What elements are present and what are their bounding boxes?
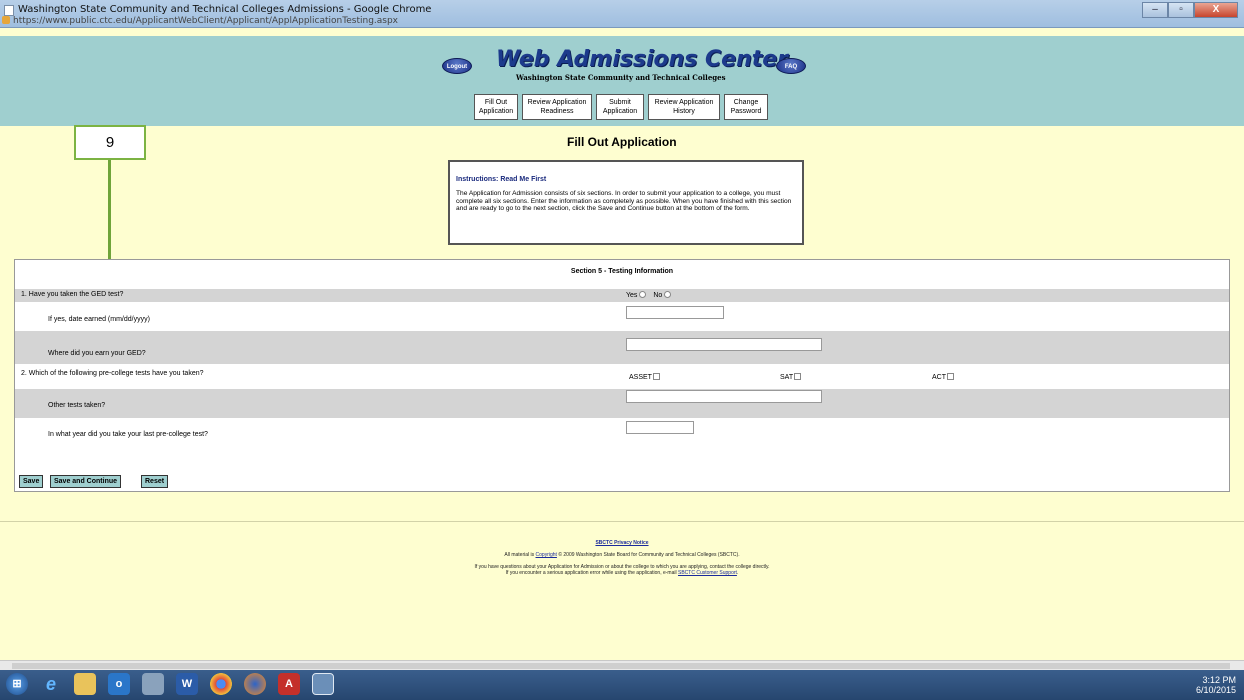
ged-question-label: 1. Have you taken the GED test? xyxy=(21,291,124,298)
asset-option: ASSET xyxy=(629,373,660,381)
act-checkbox[interactable] xyxy=(947,373,954,380)
faq-button[interactable]: FAQ xyxy=(776,58,806,74)
ged-where-input[interactable] xyxy=(626,338,822,351)
asset-label: ASSET xyxy=(629,374,652,381)
page-title: Fill Out Application xyxy=(567,135,677,149)
minimize-button[interactable]: ‒ xyxy=(1142,2,1168,18)
copyright-link[interactable]: Copyright xyxy=(536,552,557,558)
act-label: ACT xyxy=(932,374,946,381)
close-button[interactable]: X xyxy=(1194,2,1238,18)
brand-subtitle: Washington State Community and Technical… xyxy=(516,73,726,82)
ie-icon[interactable]: e xyxy=(40,673,62,695)
other-tests-input[interactable] xyxy=(626,390,822,403)
instructions-body: The Application for Admission consists o… xyxy=(456,190,792,213)
scrollbar-thumb[interactable] xyxy=(12,663,1230,669)
ged-where-row: Where did you earn your GED? xyxy=(15,331,1229,364)
minimize-icon: ‒ xyxy=(1152,4,1158,15)
footer-divider xyxy=(0,521,1244,522)
ged-no-label: No xyxy=(653,292,663,299)
window-icon[interactable] xyxy=(312,673,334,695)
last-test-year-row: In what year did you take your last pre-… xyxy=(15,418,1229,446)
page-icon xyxy=(4,5,14,16)
sat-checkbox[interactable] xyxy=(794,373,802,380)
explorer-icon[interactable] xyxy=(74,673,96,695)
last-test-year-label: In what year did you take your last pre-… xyxy=(48,431,208,438)
customer-support-link[interactable]: SBCTC Customer Support xyxy=(678,570,737,576)
last-test-year-input[interactable] xyxy=(626,421,694,434)
tab-submit-application[interactable]: Submit Application xyxy=(596,94,644,120)
asset-checkbox[interactable] xyxy=(652,373,660,380)
copyright-prefix: All material is xyxy=(504,552,535,558)
maximize-button[interactable]: ▫ xyxy=(1168,2,1194,18)
nav-tabs: Fill Out Application Review Application … xyxy=(474,94,768,120)
step-callout: 9 xyxy=(74,125,146,160)
chrome-icon[interactable] xyxy=(210,673,232,695)
testing-form: Section 5 - Testing Information 1. Have … xyxy=(14,259,1230,492)
instructions-heading: Instructions: Read Me First xyxy=(456,176,547,183)
tab-fill-out-application[interactable]: Fill Out Application xyxy=(474,94,518,120)
logout-button[interactable]: Logout xyxy=(442,58,472,74)
page-footer: SBCTC Privacy Notice All material is Cop… xyxy=(0,540,1244,576)
outlook-icon[interactable]: o xyxy=(108,673,130,695)
ged-answer-group: Yes No xyxy=(626,291,672,299)
reset-button[interactable]: Reset xyxy=(141,475,169,488)
tab-review-application-readiness[interactable]: Review Application Readiness xyxy=(522,94,592,120)
help-line-2: If you encounter a serious application e… xyxy=(505,570,677,576)
ged-yes-radio[interactable] xyxy=(639,291,647,298)
calculator-icon[interactable] xyxy=(142,673,164,695)
ged-date-row: If yes, date earned (mm/dd/yyyy) xyxy=(15,302,1229,328)
other-tests-label: Other tests taken? xyxy=(48,402,106,409)
other-tests-row: Other tests taken? xyxy=(15,389,1229,418)
url-text[interactable]: https://www.public.ctc.edu/ApplicantWebC… xyxy=(13,16,398,26)
browser-titlebar: Washington State Community and Technical… xyxy=(0,0,1244,28)
privacy-notice-link[interactable]: SBCTC Privacy Notice xyxy=(595,540,648,546)
brand-title: Web Admissions Center xyxy=(496,47,789,72)
save-and-continue-button[interactable]: Save and Continue xyxy=(50,475,122,488)
act-option: ACT xyxy=(932,373,954,381)
ged-date-input[interactable] xyxy=(626,306,724,319)
precollege-tests-row: 2. Which of the following pre-college te… xyxy=(15,367,1229,389)
lock-icon xyxy=(2,16,10,24)
sat-label: SAT xyxy=(780,374,794,381)
horizontal-scrollbar[interactable] xyxy=(0,660,1244,670)
firefox-icon[interactable] xyxy=(244,673,266,695)
windows-taskbar: ⊞ e o W A 3:12 PM 6/10/2015 xyxy=(0,670,1244,700)
ged-where-label: Where did you earn your GED? xyxy=(48,350,146,357)
instructions-box: Instructions: Read Me First The Applicat… xyxy=(448,160,804,245)
window-title: Washington State Community and Technical… xyxy=(18,4,432,15)
clock-time: 3:12 PM xyxy=(1202,675,1236,685)
copyright-suffix: © 2009 Washington State Board for Commun… xyxy=(558,552,740,558)
clock-date: 6/10/2015 xyxy=(1195,685,1236,695)
ged-yes-label: Yes xyxy=(626,292,638,299)
ged-date-label: If yes, date earned (mm/dd/yyyy) xyxy=(48,316,150,323)
save-button[interactable]: Save xyxy=(19,475,44,488)
tab-review-application-history[interactable]: Review Application History xyxy=(648,94,720,120)
word-icon[interactable]: W xyxy=(176,673,198,695)
address-bar[interactable]: https://www.public.ctc.edu/ApplicantWebC… xyxy=(2,16,398,28)
tab-change-password[interactable]: Change Password xyxy=(724,94,768,120)
ged-no-radio[interactable] xyxy=(664,291,672,298)
acrobat-icon[interactable]: A xyxy=(278,673,300,695)
section-title: Section 5 - Testing Information xyxy=(570,268,674,275)
windows-start-icon[interactable]: ⊞ xyxy=(6,673,28,695)
system-tray[interactable]: 3:12 PM 6/10/2015 xyxy=(1196,675,1236,695)
maximize-icon: ▫ xyxy=(1179,4,1183,15)
sat-option: SAT xyxy=(780,373,802,381)
ged-question-row: 1. Have you taken the GED test? Yes No xyxy=(15,289,1229,302)
precollege-tests-label: 2. Which of the following pre-college te… xyxy=(21,370,204,377)
